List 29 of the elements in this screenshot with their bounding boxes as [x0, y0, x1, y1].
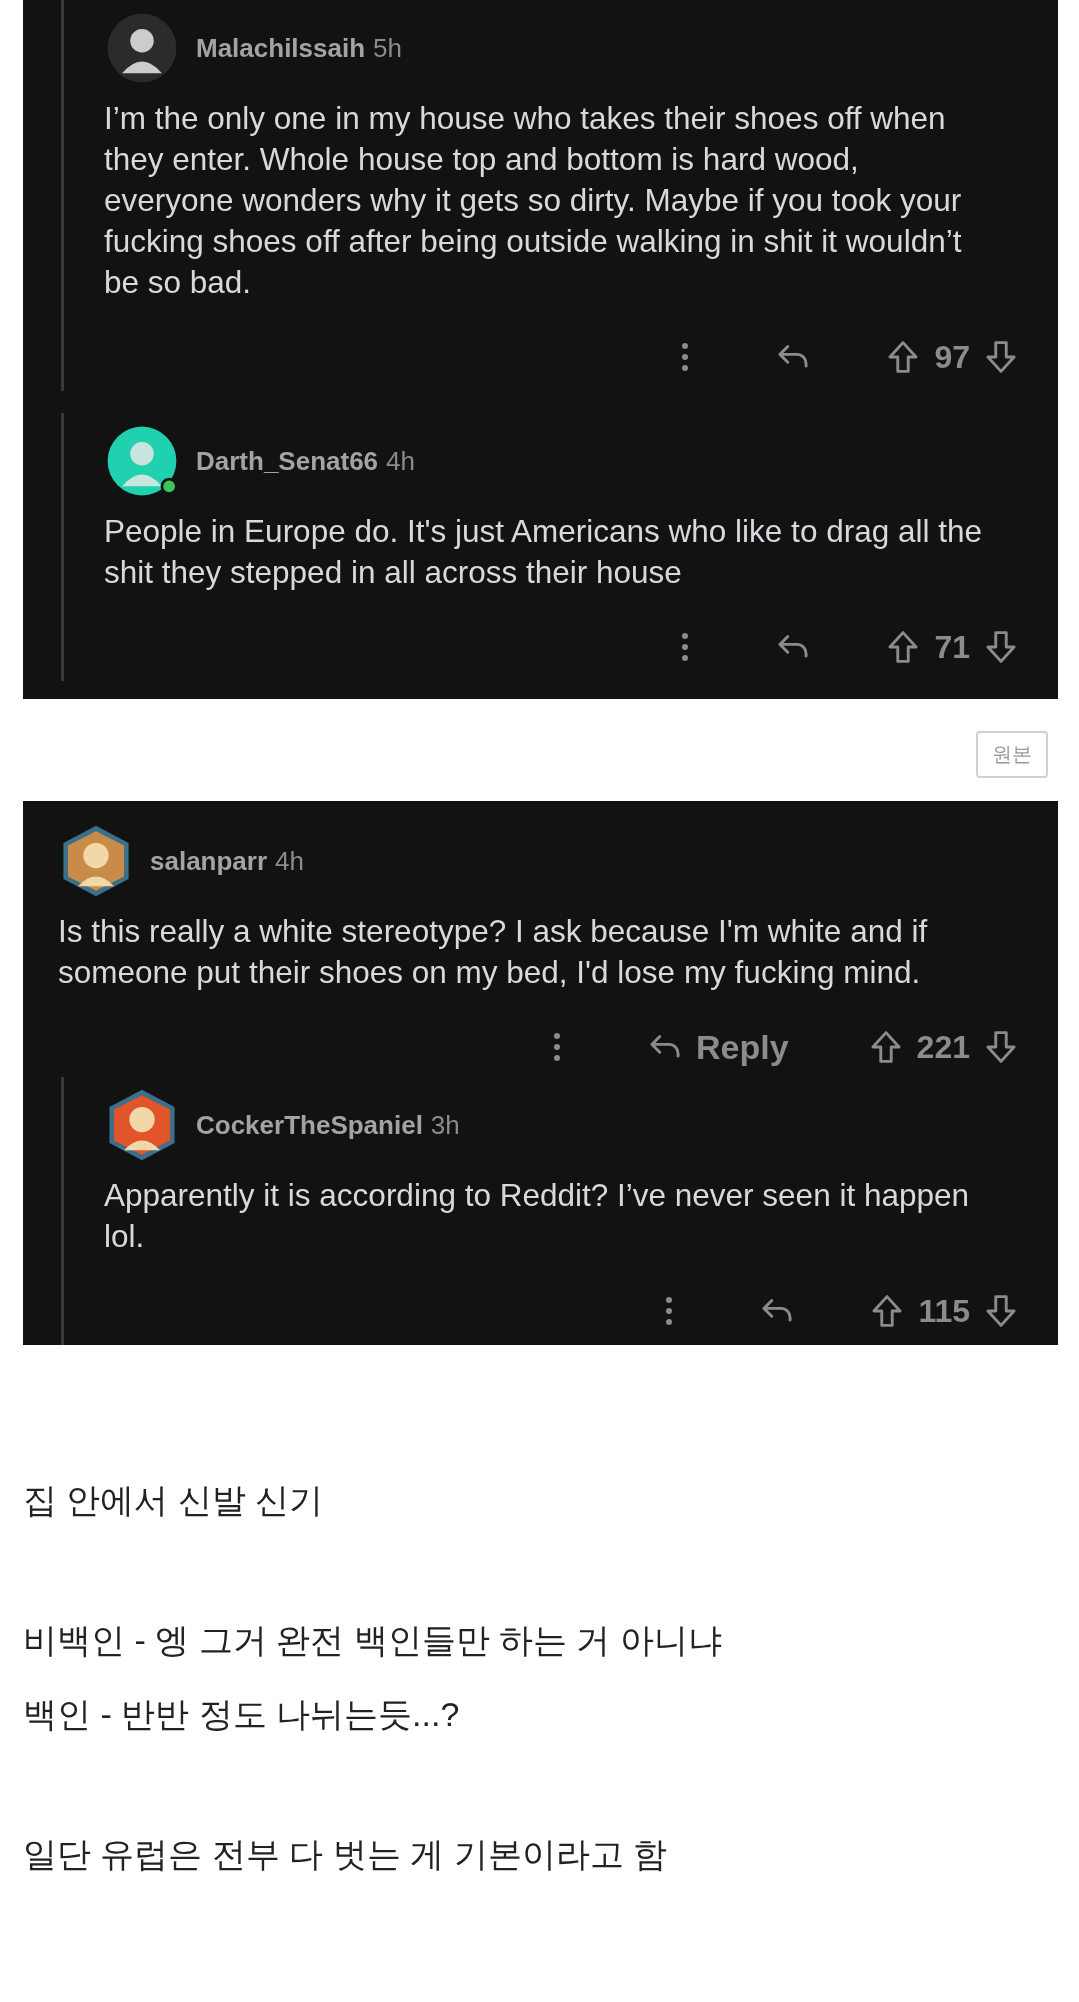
post-text: 집 안에서 신발 신기: [23, 1480, 325, 1521]
vote-count: 221: [916, 1028, 970, 1066]
username[interactable]: salanparr: [150, 845, 268, 877]
comment-text: I’m the only one in my house who takes their shoes off when they enter. Whole house top and bottom is hard wood, everyone wonders why it gets so dirty. Maybe if you took your fucking shoes off after being outside walking in shit it wouldn’t be so bad.: [104, 99, 963, 302]
downvote-icon[interactable]: [984, 340, 1018, 374]
username[interactable]: Darth_Senat66: [196, 445, 379, 477]
comment-text: Apparently it is according to Reddit? I’ve never seen it happen lol.: [104, 1176, 971, 1256]
username[interactable]: Malachilssaih: [196, 32, 366, 64]
username[interactable]: CockerTheSpaniel: [196, 1109, 423, 1141]
post-text: 비백인 - 엥 그거 완전 백인들만 하는 거 아니냐: [23, 1620, 723, 1661]
downvote-icon[interactable]: [984, 1294, 1018, 1328]
post-text: 백인 - 반반 정도 나뉘는듯...?: [23, 1694, 461, 1735]
downvote-icon[interactable]: [984, 1030, 1018, 1064]
downvote-icon[interactable]: [984, 630, 1018, 664]
more-options-icon[interactable]: [552, 1032, 562, 1062]
more-options-icon[interactable]: [664, 1296, 675, 1326]
more-options-icon[interactable]: [680, 632, 691, 662]
vote-count: 115: [918, 1292, 970, 1330]
comment-text: Is this really a white stereotype? I ask because I'm white and if someone put their shoes on my bed, I'd lose my fucking mind.: [58, 912, 929, 992]
comment-text: People in Europe do. It's just Americans who like to drag all the shit they stepped in all across their house: [104, 512, 983, 592]
post-text: 일단 유럽은 전부 다 벗는 게 기본이라고 함: [23, 1834, 669, 1875]
comment-age: 4h: [275, 845, 304, 877]
more-options-icon[interactable]: [680, 342, 691, 372]
comment-age: 4h: [386, 445, 415, 477]
reply-button[interactable]: Reply: [648, 1027, 789, 1067]
comment-age: 5h: [373, 32, 402, 64]
comment-age: 3h: [430, 1109, 460, 1141]
vote-count: 71: [934, 628, 970, 666]
vote-count: 97: [934, 338, 970, 376]
